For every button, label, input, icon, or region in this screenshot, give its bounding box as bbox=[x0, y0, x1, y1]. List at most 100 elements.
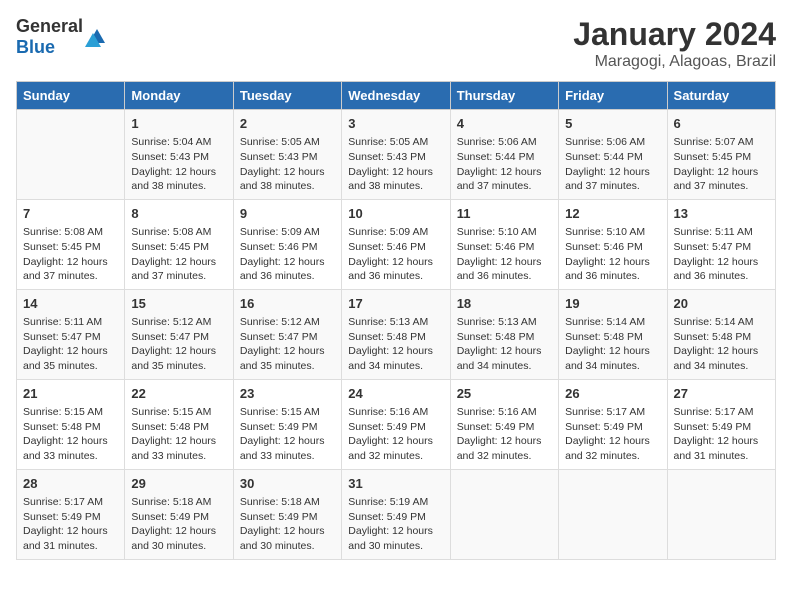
day-header-thursday: Thursday bbox=[450, 82, 558, 110]
logo-blue: Blue bbox=[16, 37, 55, 57]
day-info: Sunrise: 5:15 AM Sunset: 5:49 PM Dayligh… bbox=[240, 405, 335, 464]
day-info: Sunrise: 5:09 AM Sunset: 5:46 PM Dayligh… bbox=[240, 225, 335, 284]
day-number: 7 bbox=[23, 205, 118, 223]
day-number: 21 bbox=[23, 385, 118, 403]
day-number: 11 bbox=[457, 205, 552, 223]
calendar-cell: 2 Sunrise: 5:05 AM Sunset: 5:43 PM Daylig… bbox=[233, 110, 341, 200]
day-info: Sunrise: 5:13 AM Sunset: 5:48 PM Dayligh… bbox=[457, 315, 552, 374]
calendar-cell bbox=[450, 469, 558, 559]
day-number: 3 bbox=[348, 115, 443, 133]
day-header-sunday: Sunday bbox=[17, 82, 125, 110]
calendar-cell: 18Sunrise: 5:13 AM Sunset: 5:48 PM Dayli… bbox=[450, 289, 558, 379]
day-info: Sunrise: 5:07 AM Sunset: 5:45 PM Dayligh… bbox=[674, 135, 769, 194]
day-info: Sunrise: 5:12 AM Sunset: 5:47 PM Dayligh… bbox=[131, 315, 226, 374]
day-info: Sunrise: 5:05 AM Sunset: 5:43 PM Dayligh… bbox=[348, 135, 443, 194]
day-info: Sunrise: 5:16 AM Sunset: 5:49 PM Dayligh… bbox=[457, 405, 552, 464]
calendar-cell: 28Sunrise: 5:17 AM Sunset: 5:49 PM Dayli… bbox=[17, 469, 125, 559]
calendar-cell: 1 Sunrise: 5:04 AM Sunset: 5:43 PM Daylig… bbox=[125, 110, 233, 200]
logo: General Blue bbox=[16, 16, 109, 58]
calendar-cell: 7 Sunrise: 5:08 AM Sunset: 5:45 PM Daylig… bbox=[17, 199, 125, 289]
calendar-cell: 16Sunrise: 5:12 AM Sunset: 5:47 PM Dayli… bbox=[233, 289, 341, 379]
calendar-cell: 30 Sunrise: 5:18 AM Sunset: 5:49 PM Dayli… bbox=[233, 469, 341, 559]
day-number: 29 bbox=[131, 475, 226, 493]
day-number: 31 bbox=[348, 475, 443, 493]
calendar-cell bbox=[17, 110, 125, 200]
day-number: 12 bbox=[565, 205, 660, 223]
day-info: Sunrise: 5:04 AM Sunset: 5:43 PM Dayligh… bbox=[131, 135, 226, 194]
calendar-cell bbox=[667, 469, 775, 559]
calendar-cell: 21Sunrise: 5:15 AM Sunset: 5:48 PM Dayli… bbox=[17, 379, 125, 469]
day-number: 8 bbox=[131, 205, 226, 223]
day-number: 26 bbox=[565, 385, 660, 403]
day-info: Sunrise: 5:05 AM Sunset: 5:43 PM Dayligh… bbox=[240, 135, 335, 194]
day-number: 9 bbox=[240, 205, 335, 223]
day-number: 30 bbox=[240, 475, 335, 493]
day-number: 24 bbox=[348, 385, 443, 403]
calendar-cell: 20Sunrise: 5:14 AM Sunset: 5:48 PM Dayli… bbox=[667, 289, 775, 379]
calendar-cell: 8 Sunrise: 5:08 AM Sunset: 5:45 PM Daylig… bbox=[125, 199, 233, 289]
calendar-cell: 31 Sunrise: 5:19 AM Sunset: 5:49 PM Dayli… bbox=[342, 469, 450, 559]
calendar-header-row: SundayMondayTuesdayWednesdayThursdayFrid… bbox=[17, 82, 776, 110]
day-info: Sunrise: 5:18 AM Sunset: 5:49 PM Dayligh… bbox=[131, 495, 226, 554]
day-number: 10 bbox=[348, 205, 443, 223]
day-number: 6 bbox=[674, 115, 769, 133]
day-number: 15 bbox=[131, 295, 226, 313]
day-number: 4 bbox=[457, 115, 552, 133]
day-info: Sunrise: 5:08 AM Sunset: 5:45 PM Dayligh… bbox=[131, 225, 226, 284]
calendar-cell: 15 Sunrise: 5:12 AM Sunset: 5:47 PM Dayli… bbox=[125, 289, 233, 379]
calendar-table: SundayMondayTuesdayWednesdayThursdayFrid… bbox=[16, 81, 776, 560]
day-header-tuesday: Tuesday bbox=[233, 82, 341, 110]
calendar-cell: 26 Sunrise: 5:17 AM Sunset: 5:49 PM Dayli… bbox=[559, 379, 667, 469]
calendar-cell: 14Sunrise: 5:11 AM Sunset: 5:47 PM Dayli… bbox=[17, 289, 125, 379]
calendar-cell: 23Sunrise: 5:15 AM Sunset: 5:49 PM Dayli… bbox=[233, 379, 341, 469]
day-info: Sunrise: 5:08 AM Sunset: 5:45 PM Dayligh… bbox=[23, 225, 118, 284]
logo-icon bbox=[85, 25, 109, 49]
day-number: 2 bbox=[240, 115, 335, 133]
day-number: 19 bbox=[565, 295, 660, 313]
day-number: 5 bbox=[565, 115, 660, 133]
calendar-cell: 19 Sunrise: 5:14 AM Sunset: 5:48 PM Dayli… bbox=[559, 289, 667, 379]
day-info: Sunrise: 5:17 AM Sunset: 5:49 PM Dayligh… bbox=[674, 405, 769, 464]
day-header-monday: Monday bbox=[125, 82, 233, 110]
calendar-cell: 29 Sunrise: 5:18 AM Sunset: 5:49 PM Dayli… bbox=[125, 469, 233, 559]
day-info: Sunrise: 5:18 AM Sunset: 5:49 PM Dayligh… bbox=[240, 495, 335, 554]
calendar-cell: 5 Sunrise: 5:06 AM Sunset: 5:44 PM Daylig… bbox=[559, 110, 667, 200]
day-info: Sunrise: 5:09 AM Sunset: 5:46 PM Dayligh… bbox=[348, 225, 443, 284]
calendar-cell bbox=[559, 469, 667, 559]
day-info: Sunrise: 5:12 AM Sunset: 5:47 PM Dayligh… bbox=[240, 315, 335, 374]
day-number: 20 bbox=[674, 295, 769, 313]
calendar-week-1: 1 Sunrise: 5:04 AM Sunset: 5:43 PM Daylig… bbox=[17, 110, 776, 200]
calendar-week-5: 28Sunrise: 5:17 AM Sunset: 5:49 PM Dayli… bbox=[17, 469, 776, 559]
day-info: Sunrise: 5:19 AM Sunset: 5:49 PM Dayligh… bbox=[348, 495, 443, 554]
calendar-cell: 17Sunrise: 5:13 AM Sunset: 5:48 PM Dayli… bbox=[342, 289, 450, 379]
calendar-cell: 24 Sunrise: 5:16 AM Sunset: 5:49 PM Dayli… bbox=[342, 379, 450, 469]
calendar-cell: 10 Sunrise: 5:09 AM Sunset: 5:46 PM Dayli… bbox=[342, 199, 450, 289]
location-subtitle: Maragogi, Alagoas, Brazil bbox=[573, 53, 776, 71]
calendar-cell: 22 Sunrise: 5:15 AM Sunset: 5:48 PM Dayli… bbox=[125, 379, 233, 469]
day-info: Sunrise: 5:06 AM Sunset: 5:44 PM Dayligh… bbox=[565, 135, 660, 194]
day-info: Sunrise: 5:14 AM Sunset: 5:48 PM Dayligh… bbox=[565, 315, 660, 374]
calendar-cell: 25Sunrise: 5:16 AM Sunset: 5:49 PM Dayli… bbox=[450, 379, 558, 469]
day-info: Sunrise: 5:11 AM Sunset: 5:47 PM Dayligh… bbox=[674, 225, 769, 284]
day-number: 22 bbox=[131, 385, 226, 403]
calendar-cell: 13 Sunrise: 5:11 AM Sunset: 5:47 PM Dayli… bbox=[667, 199, 775, 289]
logo-text: General Blue bbox=[16, 16, 83, 58]
day-info: Sunrise: 5:15 AM Sunset: 5:48 PM Dayligh… bbox=[131, 405, 226, 464]
day-number: 17 bbox=[348, 295, 443, 313]
calendar-cell: 9 Sunrise: 5:09 AM Sunset: 5:46 PM Daylig… bbox=[233, 199, 341, 289]
calendar-cell: 4 Sunrise: 5:06 AM Sunset: 5:44 PM Daylig… bbox=[450, 110, 558, 200]
calendar-cell: 3 Sunrise: 5:05 AM Sunset: 5:43 PM Daylig… bbox=[342, 110, 450, 200]
day-number: 13 bbox=[674, 205, 769, 223]
page-header: General Blue January 2024 Maragogi, Alag… bbox=[16, 16, 776, 71]
day-header-friday: Friday bbox=[559, 82, 667, 110]
day-info: Sunrise: 5:17 AM Sunset: 5:49 PM Dayligh… bbox=[565, 405, 660, 464]
title-area: January 2024 Maragogi, Alagoas, Brazil bbox=[573, 16, 776, 71]
logo-general: General bbox=[16, 16, 83, 36]
calendar-week-4: 21 Sunrise: 5:15 AM Sunset: 5:48 PM Dayli… bbox=[17, 379, 776, 469]
day-info: Sunrise: 5:16 AM Sunset: 5:49 PM Dayligh… bbox=[348, 405, 443, 464]
day-number: 14 bbox=[23, 295, 118, 313]
day-info: Sunrise: 5:06 AM Sunset: 5:44 PM Dayligh… bbox=[457, 135, 552, 194]
month-title: January 2024 bbox=[573, 16, 776, 53]
day-number: 1 bbox=[131, 115, 226, 133]
day-number: 27 bbox=[674, 385, 769, 403]
